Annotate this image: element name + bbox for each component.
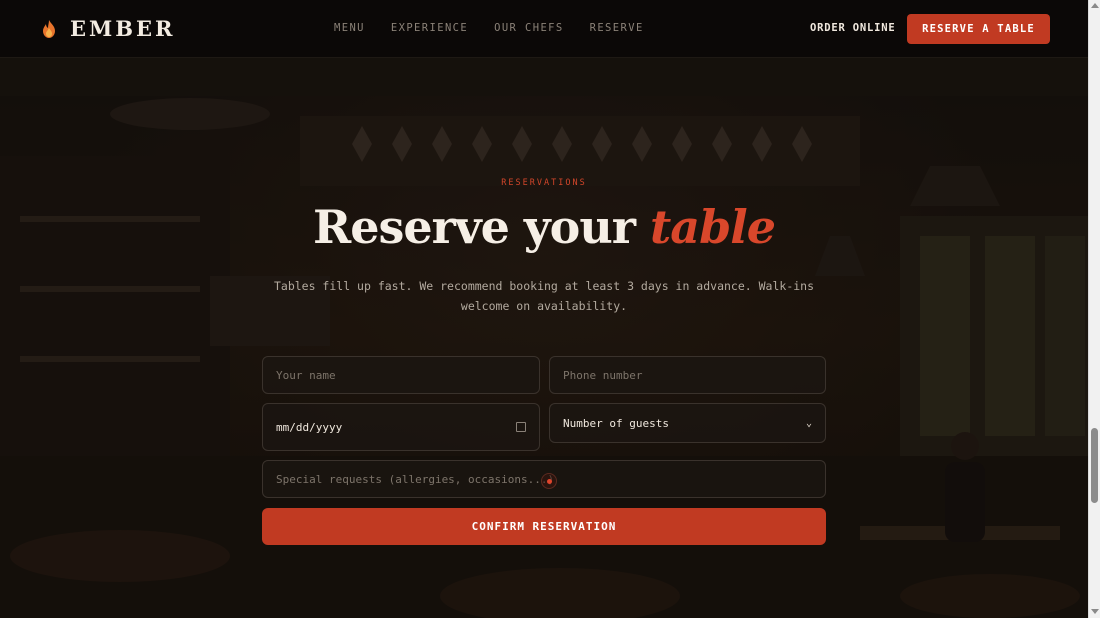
chevron-down-icon: ⌄: [805, 417, 812, 429]
reservation-hero: RESERVATIONS Reserve your table Tables f…: [0, 96, 1088, 618]
date-input[interactable]: mm/dd/yyyy: [262, 403, 540, 451]
page-title: Reserve your table: [0, 200, 1088, 254]
nav-band: [0, 58, 1088, 96]
confirm-reservation-button[interactable]: CONFIRM RESERVATION: [262, 508, 826, 545]
guests-select[interactable]: Number of guests ⌄: [549, 403, 826, 443]
page-viewport: EMBER MENU EXPERIENCE OUR CHEFS RESERVE …: [0, 0, 1088, 618]
section-eyebrow: RESERVATIONS: [501, 178, 587, 188]
nav-link-experience[interactable]: EXPERIENCE: [391, 22, 468, 34]
hero-subtext: Tables fill up fast. We recommend bookin…: [273, 279, 815, 313]
brand-name: EMBER: [70, 16, 176, 41]
scroll-up-arrow-icon[interactable]: [1091, 3, 1099, 8]
order-online-link[interactable]: ORDER ONLINE: [810, 22, 895, 34]
guests-value: Number of guests: [563, 416, 669, 430]
record-dot-icon: [541, 473, 557, 489]
phone-input[interactable]: [549, 356, 826, 394]
calendar-icon[interactable]: [516, 422, 526, 432]
title-main: Reserve your: [313, 200, 636, 254]
date-value: mm/dd/yyyy: [276, 420, 343, 434]
reserve-table-button[interactable]: RESERVE A TABLE: [907, 14, 1050, 44]
top-nav: EMBER MENU EXPERIENCE OUR CHEFS RESERVE …: [0, 0, 1088, 58]
nav-link-menu[interactable]: MENU: [334, 22, 365, 34]
nav-link-reserve[interactable]: RESERVE: [590, 22, 644, 34]
scroll-down-arrow-icon[interactable]: [1091, 609, 1099, 614]
nav-link-our-chefs[interactable]: OUR CHEFS: [494, 22, 564, 34]
scrollbar-thumb[interactable]: [1091, 428, 1098, 503]
name-input[interactable]: [262, 356, 540, 394]
flame-icon: [43, 19, 55, 38]
nav-links: MENU EXPERIENCE OUR CHEFS RESERVE: [334, 22, 644, 34]
brand[interactable]: EMBER: [42, 16, 175, 41]
title-accent: table: [650, 200, 776, 254]
vertical-scrollbar[interactable]: [1088, 0, 1100, 618]
